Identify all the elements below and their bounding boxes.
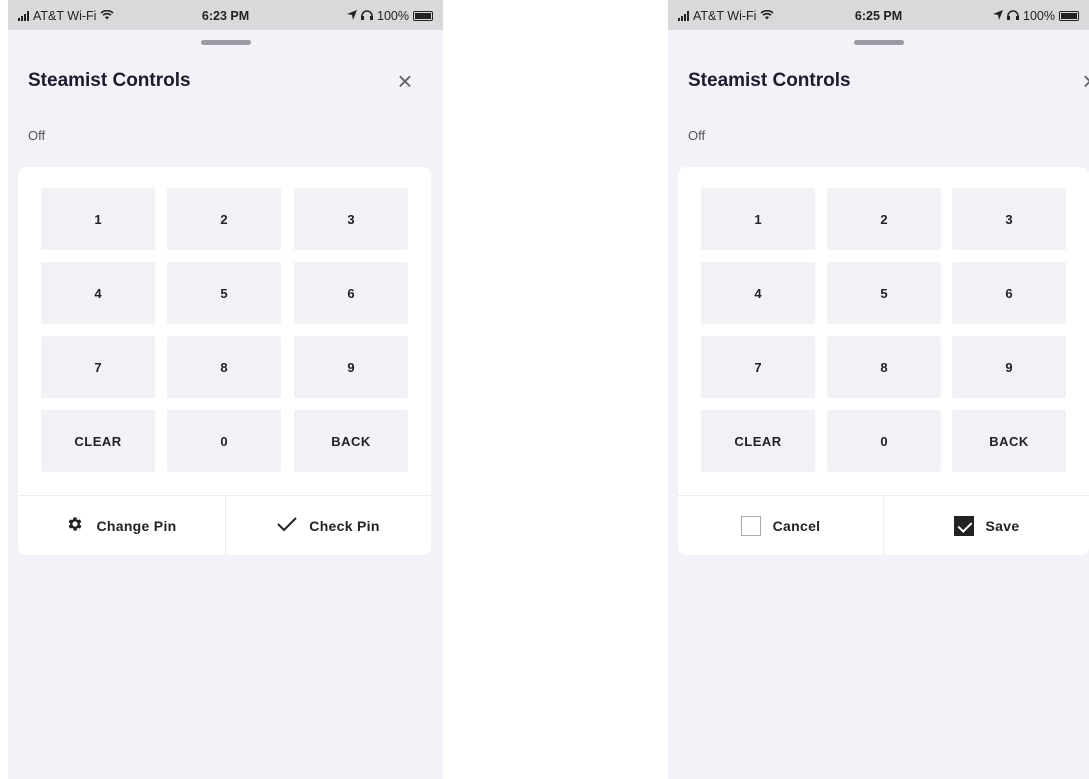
key-back[interactable]: BACK	[294, 410, 408, 472]
headphones-icon	[1007, 9, 1020, 23]
page-title: Steamist Controls	[688, 70, 851, 91]
key-7[interactable]: 7	[701, 336, 815, 398]
check-pin-button[interactable]: Check Pin	[226, 496, 431, 555]
phone-screen-right: AT&T Wi-Fi 6:25 PM 100% Steamist Control…	[668, 0, 1089, 779]
key-5[interactable]: 5	[167, 262, 281, 324]
key-4[interactable]: 4	[701, 262, 815, 324]
close-icon: ×	[1082, 66, 1089, 96]
key-3[interactable]: 3	[294, 188, 408, 250]
page-title: Steamist Controls	[28, 70, 191, 91]
key-clear[interactable]: CLEAR	[701, 410, 815, 472]
phone-screen-left: AT&T Wi-Fi 6:23 PM 100% Steamist Control…	[8, 0, 443, 779]
battery-percent: 100%	[377, 9, 409, 23]
key-1[interactable]: 1	[41, 188, 155, 250]
key-0[interactable]: 0	[827, 410, 941, 472]
gear-icon	[66, 515, 84, 536]
key-clear[interactable]: CLEAR	[41, 410, 155, 472]
key-7[interactable]: 7	[41, 336, 155, 398]
key-back[interactable]: BACK	[952, 410, 1066, 472]
cancel-label: Cancel	[772, 517, 821, 534]
battery-icon	[1059, 11, 1079, 21]
checkmark-icon	[277, 516, 298, 535]
controls-sheet: Steamist Controls × Off 1 2 3 4 5 6 7 8 …	[8, 30, 443, 779]
status-text: Off	[28, 128, 46, 143]
key-9[interactable]: 9	[294, 336, 408, 398]
battery-percent: 100%	[1023, 9, 1055, 23]
key-1[interactable]: 1	[701, 188, 815, 250]
save-button[interactable]: Save	[884, 496, 1089, 555]
key-8[interactable]: 8	[167, 336, 281, 398]
checkbox-checked-icon[interactable]	[953, 515, 974, 536]
key-4[interactable]: 4	[41, 262, 155, 324]
key-0[interactable]: 0	[167, 410, 281, 472]
key-9[interactable]: 9	[952, 336, 1066, 398]
key-8[interactable]: 8	[827, 336, 941, 398]
keypad-card: 1 2 3 4 5 6 7 8 9 CLEAR 0 BACK Change Pi…	[18, 167, 431, 555]
keypad-card: 1 2 3 4 5 6 7 8 9 CLEAR 0 BACK Cancel Sa…	[678, 167, 1089, 555]
status-bar: AT&T Wi-Fi 6:25 PM 100%	[668, 0, 1089, 30]
status-text: Off	[688, 128, 706, 143]
close-icon: ×	[397, 66, 413, 96]
cancel-button[interactable]: Cancel	[678, 496, 883, 555]
close-button[interactable]: ×	[393, 68, 417, 94]
key-6[interactable]: 6	[952, 262, 1066, 324]
check-pin-label: Check Pin	[309, 517, 380, 534]
key-3[interactable]: 3	[952, 188, 1066, 250]
key-5[interactable]: 5	[827, 262, 941, 324]
sheet-grabber[interactable]	[200, 40, 251, 45]
save-label: Save	[985, 517, 1020, 534]
controls-sheet: Steamist Controls × Off 1 2 3 4 5 6 7 8 …	[668, 30, 1089, 779]
headphones-icon	[361, 9, 374, 23]
close-button[interactable]: ×	[1078, 68, 1089, 94]
checkbox-unchecked-icon[interactable]	[740, 515, 761, 536]
sheet-grabber[interactable]	[853, 40, 904, 45]
change-pin-button[interactable]: Change Pin	[18, 496, 225, 555]
location-icon	[993, 9, 1004, 23]
status-bar: AT&T Wi-Fi 6:23 PM 100%	[8, 0, 443, 30]
battery-icon	[413, 11, 433, 21]
location-icon	[347, 9, 358, 23]
key-2[interactable]: 2	[167, 188, 281, 250]
key-2[interactable]: 2	[827, 188, 941, 250]
key-6[interactable]: 6	[294, 262, 408, 324]
change-pin-label: Change Pin	[96, 517, 177, 534]
